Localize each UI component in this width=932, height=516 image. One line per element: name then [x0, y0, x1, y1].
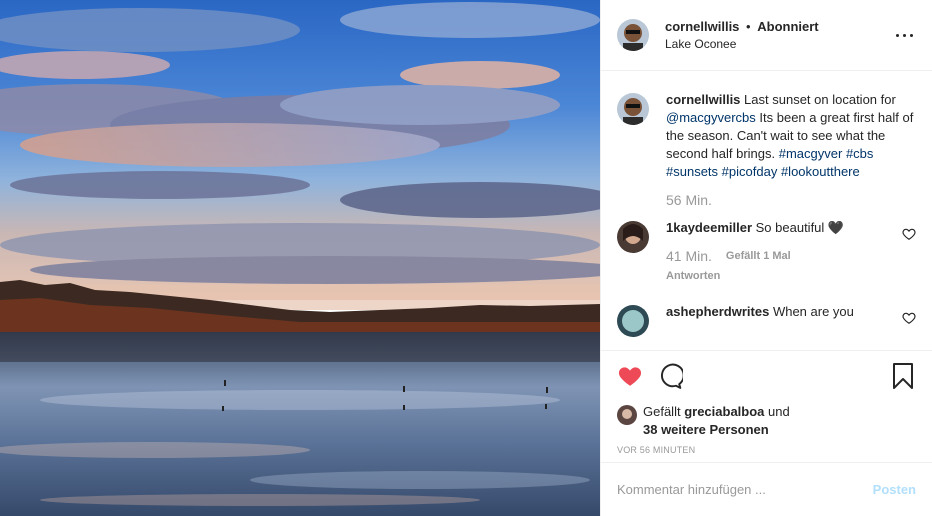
comment-text: So beautiful 🖤 — [755, 220, 845, 235]
hashtag-link[interactable]: #sunsets — [666, 164, 718, 179]
action-icons — [617, 351, 916, 401]
hashtag-link[interactable]: #lookoutthere — [781, 164, 860, 179]
hashtag-link[interactable]: #picofday — [722, 164, 778, 179]
caption-time[interactable]: 56 Min. — [666, 191, 712, 209]
follow-status-button[interactable]: Abonniert — [757, 19, 818, 34]
likes-text: Gefällt greciabalboa und 38 weitere Pers… — [643, 403, 790, 439]
comment-text: When are you — [772, 304, 854, 319]
caption-text-before: Last sunset on location for — [744, 92, 896, 107]
separator-dot: • — [746, 19, 751, 34]
caption-mention-link[interactable]: @macgyvercbs — [666, 110, 756, 125]
sunset-lake-image — [0, 0, 600, 516]
caption-username[interactable]: cornellwillis — [666, 92, 740, 107]
reply-button[interactable]: Antworten — [666, 267, 896, 285]
likes-prefix: Gefällt — [643, 404, 681, 419]
post-photo[interactable] — [0, 0, 600, 516]
likes-middle: und — [768, 404, 790, 419]
comment-input[interactable] — [617, 482, 873, 497]
comment-icon[interactable] — [657, 363, 683, 389]
comments-list[interactable]: cornellwillis Last sunset on location fo… — [601, 71, 932, 350]
post-comment-button[interactable]: Posten — [873, 482, 916, 497]
likes-summary: Gefällt greciabalboa und 38 weitere Pers… — [617, 403, 916, 439]
post-sidebar: cornellwillis • Abonniert Lake Oconee co… — [600, 0, 932, 516]
caption-body: cornellwillis Last sunset on location fo… — [666, 91, 916, 209]
comment-time[interactable]: 41 Min. — [666, 247, 712, 265]
liker-username[interactable]: greciabalboa — [684, 404, 764, 419]
header-text: cornellwillis • Abonniert Lake Oconee — [665, 18, 892, 52]
comment-meta: 41 Min. Gefällt 1 Mal — [666, 247, 896, 265]
heart-icon[interactable] — [617, 363, 643, 389]
liker-avatar[interactable] — [617, 405, 637, 425]
caption-meta: 56 Min. — [666, 191, 916, 209]
post-actions: Gefällt greciabalboa und 38 weitere Pers… — [601, 350, 932, 455]
small-heart-icon[interactable] — [902, 227, 916, 241]
post-location[interactable]: Lake Oconee — [665, 36, 892, 52]
author-avatar[interactable] — [617, 19, 649, 51]
commenter-avatar[interactable] — [617, 305, 649, 337]
small-heart-icon[interactable] — [902, 311, 916, 325]
commenter-username[interactable]: ashepherdwrites — [666, 304, 769, 319]
hashtag-link[interactable]: #cbs — [846, 146, 873, 161]
comment-likes-count[interactable]: Gefällt 1 Mal — [726, 247, 791, 265]
instagram-post: cornellwillis • Abonniert Lake Oconee co… — [0, 0, 932, 516]
author-username[interactable]: cornellwillis — [665, 19, 739, 34]
more-icon[interactable] — [892, 23, 916, 47]
commenter-avatar[interactable] — [617, 221, 649, 253]
likes-others-link[interactable]: 38 weitere Personen — [643, 422, 769, 437]
commenter-username[interactable]: 1kaydeemiller — [666, 220, 752, 235]
comment-item: ashepherdwrites When are you — [617, 303, 916, 337]
post-header: cornellwillis • Abonniert Lake Oconee — [601, 0, 932, 71]
comment-body: ashepherdwrites When are you — [666, 303, 896, 321]
hashtag-link[interactable]: #macgyver — [779, 146, 843, 161]
comment-body: 1kaydeemiller So beautiful 🖤 41 Min. Gef… — [666, 219, 896, 285]
caption-avatar[interactable] — [617, 93, 649, 125]
bookmark-icon[interactable] — [890, 363, 916, 389]
comment-form: Posten — [601, 462, 932, 516]
comment-item: 1kaydeemiller So beautiful 🖤 41 Min. Gef… — [617, 219, 916, 285]
post-timestamp[interactable]: VOR 56 MINUTEN — [617, 445, 916, 455]
caption: cornellwillis Last sunset on location fo… — [617, 91, 916, 209]
header-line: cornellwillis • Abonniert — [665, 18, 892, 36]
